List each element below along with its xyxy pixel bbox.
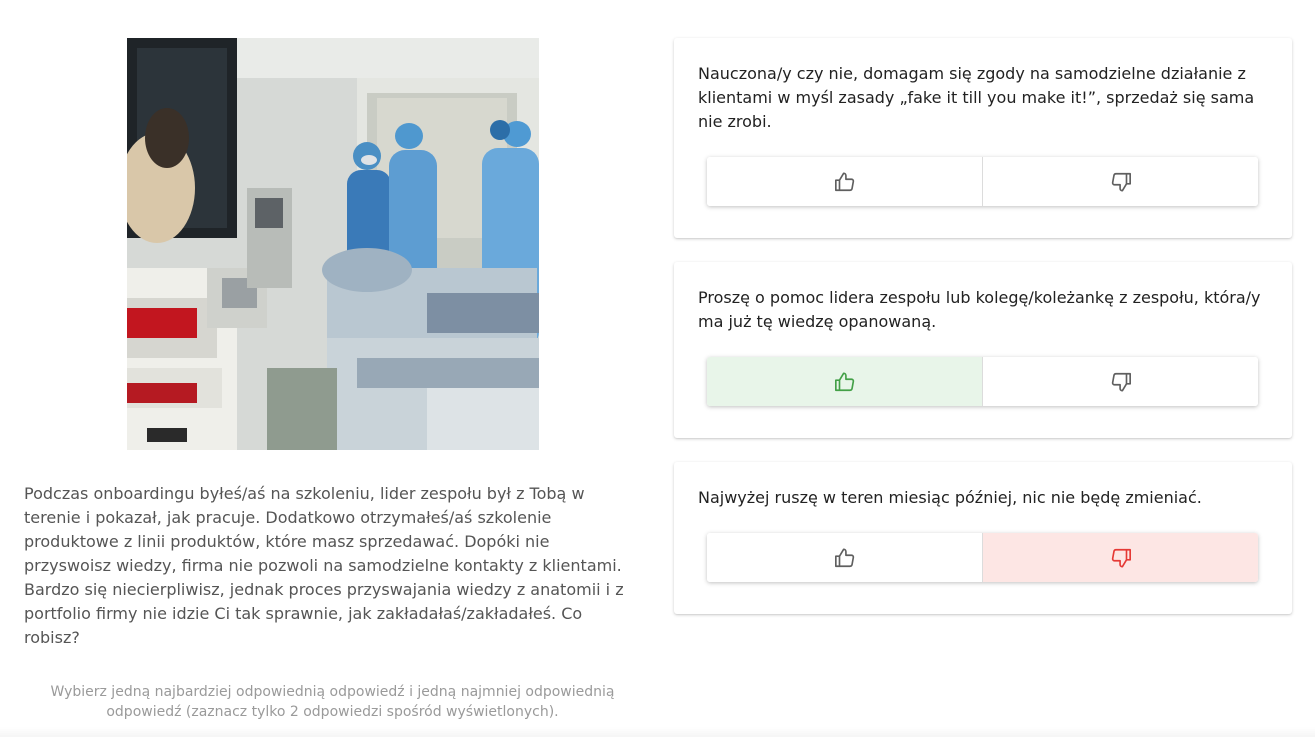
option-card: Nauczona/y czy nie, domagam się zgody na… [674,38,1292,238]
option-text: Najwyżej ruszę w teren miesiąc później, … [698,488,1202,507]
thumb-down-icon [1111,172,1131,192]
thumb-down-icon [1111,372,1131,392]
bottom-shadow [0,727,1315,737]
scenario-text: Podczas onboardingu byłeś/aś na szkoleni… [24,484,624,647]
thumb-up-button[interactable] [707,533,982,582]
vote-button-group [707,357,1258,406]
option-card: Proszę o pomoc lidera zespołu lub kolegę… [674,262,1292,438]
page: Podczas onboardingu byłeś/aś na szkoleni… [0,0,1315,737]
thumb-up-button[interactable] [707,357,982,406]
vote-button-group [707,157,1258,206]
thumb-down-button[interactable] [982,357,1258,406]
vote-button-group [707,533,1258,582]
thumb-down-icon [1111,548,1131,568]
thumb-up-icon [834,171,854,191]
thumb-up-button[interactable] [707,157,982,206]
instruction-text: Wybierz jedną najbardziej odpowiednią od… [50,684,615,720]
thumb-up-icon [834,547,854,567]
thumb-down-button[interactable] [982,533,1258,582]
scenario-photo [127,38,539,450]
scenario-panel: Podczas onboardingu byłeś/aś na szkoleni… [0,0,650,737]
option-text: Proszę o pomoc lidera zespołu lub kolegę… [698,288,1261,331]
option-card: Najwyżej ruszę w teren miesiąc później, … [674,462,1292,614]
thumb-up-icon [834,371,854,391]
option-text: Nauczona/y czy nie, domagam się zgody na… [698,64,1255,131]
thumb-down-button[interactable] [982,157,1258,206]
